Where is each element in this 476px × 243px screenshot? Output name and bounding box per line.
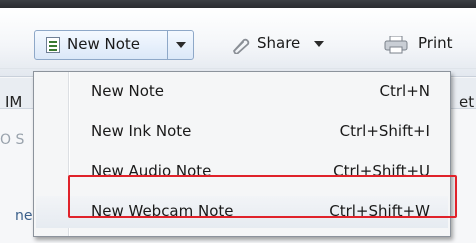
new-note-dropdown-button[interactable] bbox=[167, 31, 194, 59]
new-note-label: New Note bbox=[67, 35, 140, 53]
new-note-split-button[interactable]: New Note bbox=[34, 30, 194, 60]
tab-fragment-left[interactable]: IM bbox=[5, 93, 22, 111]
chevron-down-icon bbox=[314, 41, 324, 47]
toolbar-divider bbox=[0, 68, 476, 69]
print-label: Print bbox=[418, 34, 453, 52]
note-text-fragment: ne bbox=[15, 208, 33, 224]
print-icon bbox=[384, 36, 408, 54]
share-label: Share bbox=[257, 34, 301, 52]
chevron-down-icon bbox=[176, 42, 186, 48]
share-icon bbox=[233, 38, 250, 54]
menu-item-label: New Ink Note bbox=[91, 122, 192, 140]
menu-item-new-note[interactable]: New Note Ctrl+N bbox=[36, 76, 448, 108]
menu-item-shortcut: Ctrl+N bbox=[379, 82, 430, 100]
tab-fragment-right[interactable]: et bbox=[459, 93, 474, 111]
menu-item-new-ink-note[interactable]: New Ink Note Ctrl+Shift+I bbox=[36, 116, 448, 148]
window-titlebar bbox=[0, 0, 476, 8]
search-hint-fragment: O S bbox=[0, 132, 25, 148]
new-note-button[interactable]: New Note bbox=[35, 31, 166, 59]
menu-item-shortcut: Ctrl+Shift+I bbox=[339, 122, 430, 140]
note-icon bbox=[46, 37, 60, 53]
menu-item-label: New Note bbox=[91, 82, 164, 100]
highlight-annotation-box bbox=[68, 175, 457, 218]
